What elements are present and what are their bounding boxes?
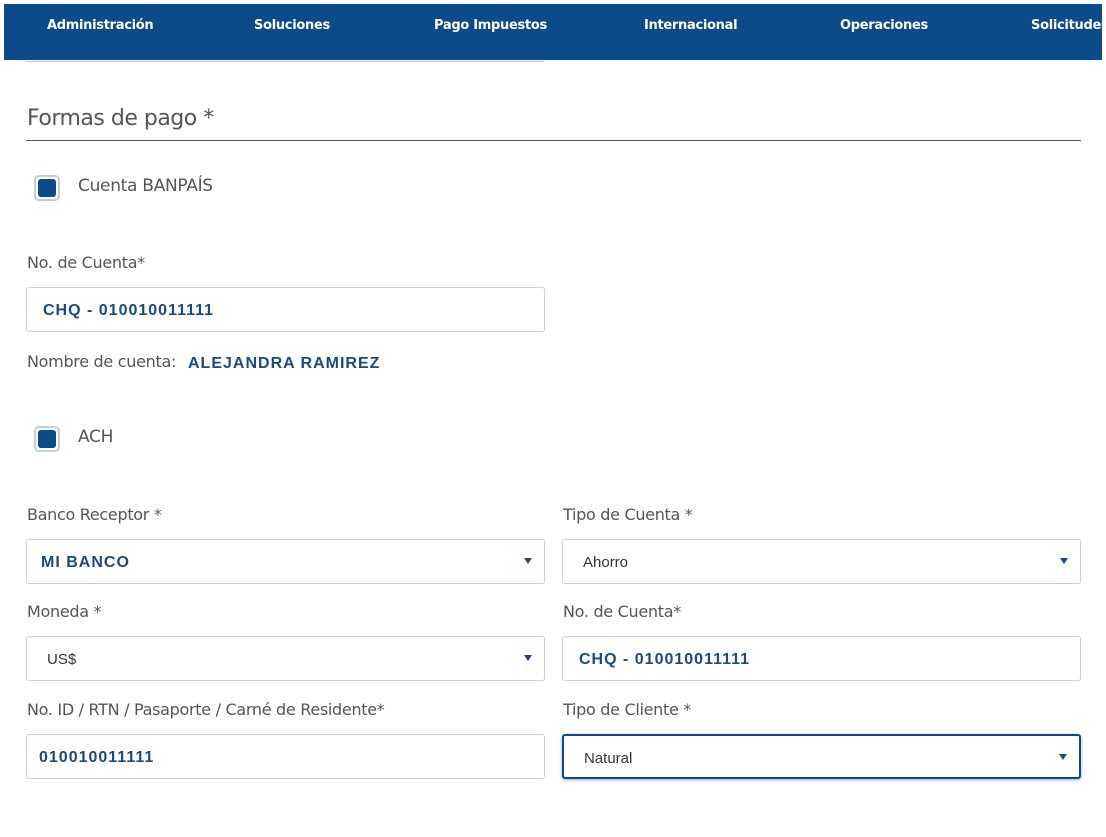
banco-receptor-value: MI BANCO — [41, 554, 130, 571]
tipo-cliente-select[interactable]: Natural — [562, 734, 1081, 779]
chevron-down-icon — [524, 558, 532, 564]
chevron-down-icon — [1059, 754, 1067, 760]
banco-receptor-label: Banco Receptor * — [27, 505, 162, 524]
divider — [26, 61, 544, 62]
ach-checkbox[interactable] — [34, 426, 60, 452]
section-title: Formas de pago * — [27, 106, 214, 131]
account-name-value: ALEJANDRA RAMIREZ — [188, 355, 381, 372]
moneda-value: US$ — [47, 651, 77, 668]
ach-label: ACH — [78, 427, 114, 447]
nav-item-solicitudes[interactable]: Solicitudes — [1031, 4, 1106, 48]
account-name-label: Nombre de cuenta: — [27, 352, 177, 371]
banco-receptor-select[interactable]: MI BANCO — [26, 539, 545, 584]
chevron-down-icon — [524, 655, 532, 661]
nav-item-internacional[interactable]: Internacional — [644, 4, 738, 48]
tipo-cliente-label: Tipo de Cliente * — [563, 700, 691, 719]
top-navbar: Administración Soluciones Pago Impuestos… — [4, 4, 1106, 60]
nav-item-administracion[interactable]: Administración — [47, 4, 154, 48]
moneda-select[interactable]: US$ — [26, 636, 545, 681]
tipo-cuenta-label: Tipo de Cuenta * — [563, 505, 693, 524]
banpais-account-value: CHQ - 010010011111 — [43, 302, 215, 319]
id-value: 010010011111 — [39, 749, 155, 766]
ach-account-input[interactable]: CHQ - 010010011111 — [562, 636, 1081, 681]
moneda-label: Moneda * — [27, 602, 102, 621]
nav-item-soluciones[interactable]: Soluciones — [254, 4, 330, 48]
chevron-down-icon — [1060, 558, 1068, 564]
section-divider — [26, 140, 1081, 141]
banpais-account-label: No. de Cuenta* — [27, 253, 145, 272]
tipo-cliente-value: Natural — [584, 750, 633, 767]
banpais-account-input[interactable]: CHQ - 010010011111 — [26, 287, 545, 332]
ach-account-label: No. de Cuenta* — [563, 602, 681, 621]
tipo-cuenta-value: Ahorro — [583, 554, 629, 571]
id-input[interactable]: 010010011111 — [26, 734, 545, 779]
nav-item-pago-impuestos[interactable]: Pago Impuestos — [434, 4, 547, 48]
cuenta-banpais-checkbox[interactable] — [34, 175, 60, 201]
cuenta-banpais-label: Cuenta BANPAÍS — [78, 176, 213, 196]
nav-item-operaciones[interactable]: Operaciones — [840, 4, 928, 48]
id-label: No. ID / RTN / Pasaporte / Carné de Resi… — [27, 700, 385, 719]
tipo-cuenta-select[interactable]: Ahorro — [562, 539, 1081, 584]
ach-account-value: CHQ - 010010011111 — [579, 651, 751, 668]
